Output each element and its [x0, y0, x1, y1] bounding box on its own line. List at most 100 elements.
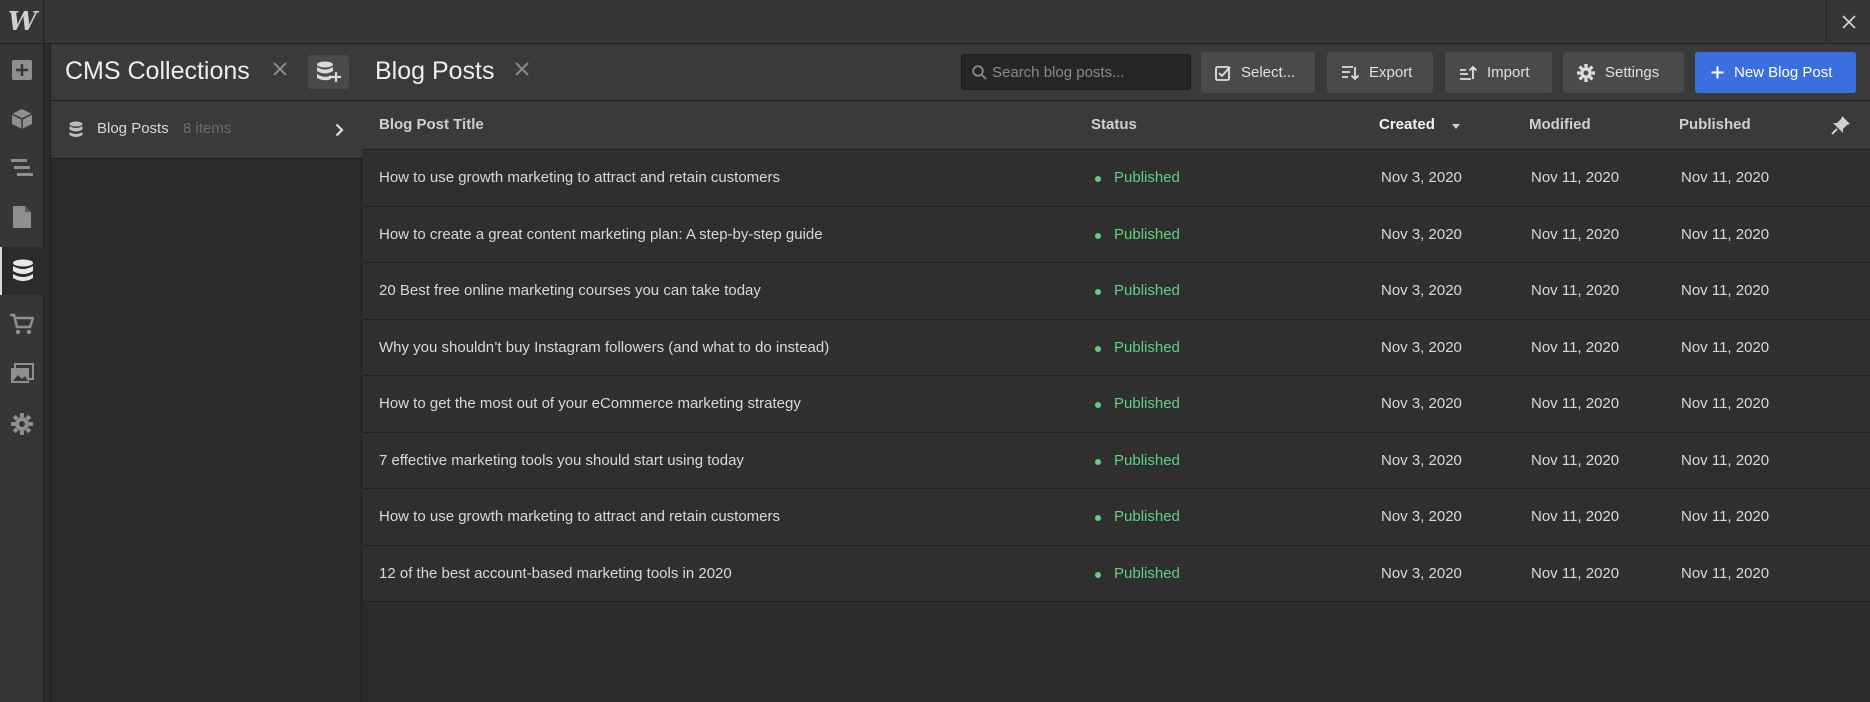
modified-cell: Nov 11, 2020 [1531, 225, 1620, 243]
close-blog-posts-icon[interactable] [514, 61, 530, 81]
navigator-icon [11, 159, 33, 176]
table-header: Blog Post Title Status Created Modified … [363, 101, 1870, 150]
status-cell: Published [1114, 169, 1180, 186]
modified-cell: Nov 11, 2020 [1531, 169, 1620, 186]
modified-cell: Nov 11, 2020 [1531, 395, 1620, 412]
status-cell: Published [1114, 225, 1180, 243]
import-button[interactable]: Import [1445, 52, 1552, 93]
chevron-right-icon [335, 123, 344, 137]
export-button[interactable]: Export [1327, 52, 1433, 93]
collection-item-count: 8 items [183, 120, 232, 137]
add-icon [12, 60, 32, 80]
table-row[interactable]: 7 effective marketing tools you should s… [363, 432, 1870, 489]
select-label: Select... [1241, 64, 1296, 81]
published-cell: Nov 11, 2020 [1681, 282, 1770, 299]
checkbox-icon [1215, 65, 1231, 81]
status-cell: Published [1114, 338, 1180, 356]
modified-cell: Nov 11, 2020 [1531, 282, 1620, 299]
collections-header: CMS Collections [51, 44, 363, 101]
status-dot-icon [1095, 345, 1101, 352]
add-panel-button[interactable] [0, 46, 44, 94]
import-icon [1460, 65, 1477, 80]
page-title: Blog Posts [375, 57, 495, 85]
table-row[interactable]: How to get the most out of your eCommerc… [363, 376, 1870, 433]
cms-database-icon [13, 259, 33, 281]
post-title-cell: Why you shouldn’t buy Instagram follower… [379, 338, 830, 356]
status-dot-icon [1095, 402, 1101, 408]
new-blog-post-label: New Blog Post [1734, 64, 1833, 81]
status-dot-icon [1095, 176, 1101, 182]
column-header-title[interactable]: Blog Post Title [379, 116, 484, 133]
post-title-cell: How to use growth marketing to attract a… [379, 169, 781, 186]
published-cell: Nov 11, 2020 [1681, 338, 1770, 356]
plus-icon [1711, 66, 1724, 79]
column-header-modified[interactable]: Modified [1529, 116, 1591, 133]
post-title-cell: How to use growth marketing to attract a… [379, 508, 781, 525]
status-cell: Published [1114, 508, 1180, 525]
created-cell: Nov 3, 2020 [1381, 395, 1462, 412]
assets-panel-button[interactable] [0, 350, 44, 398]
close-collections-icon[interactable] [272, 61, 288, 81]
export-label: Export [1369, 64, 1413, 81]
published-cell: Nov 11, 2020 [1681, 225, 1770, 243]
settings-gear-icon [11, 413, 33, 435]
new-blog-post-button[interactable]: New Blog Post [1695, 52, 1856, 93]
navigator-panel-button[interactable] [0, 144, 44, 192]
status-dot-icon [1095, 289, 1101, 295]
modified-cell: Nov 11, 2020 [1531, 451, 1620, 469]
created-cell: Nov 3, 2020 [1381, 508, 1462, 525]
search-box [961, 54, 1191, 90]
settings-button[interactable]: Settings [1563, 52, 1684, 93]
published-cell: Nov 11, 2020 [1681, 508, 1770, 525]
status-dot-icon [1095, 232, 1101, 239]
table-row[interactable]: How to use growth marketing to attract a… [363, 150, 1870, 207]
table-body: How to use growth marketing to attract a… [363, 150, 1870, 602]
table-row[interactable]: 12 of the best account-based marketing t… [363, 545, 1870, 602]
post-title-cell: 20 Best free online marketing courses yo… [379, 282, 761, 299]
close-icon[interactable] [1826, 0, 1870, 44]
cms-collections-panel: CMS Collections Blog Posts 8 items [50, 44, 363, 702]
table-row[interactable]: 20 Best free online marketing courses yo… [363, 263, 1870, 320]
table-row[interactable]: Why you shouldn’t buy Instagram follower… [363, 319, 1870, 376]
collections-title: CMS Collections [65, 57, 250, 85]
left-icon-rail [0, 44, 44, 702]
status-dot-icon [1095, 458, 1101, 465]
column-header-published[interactable]: Published [1679, 116, 1751, 133]
blog-posts-header: Blog Posts Select... Export Import Setti… [363, 44, 1870, 101]
column-header-created[interactable]: Created [1379, 116, 1435, 133]
table-row[interactable]: How to create a great content marketing … [363, 206, 1870, 263]
post-title-cell: 12 of the best account-based marketing t… [379, 564, 732, 582]
modified-cell: Nov 11, 2020 [1531, 338, 1620, 356]
ecommerce-panel-button[interactable] [0, 300, 44, 348]
top-bar: W [0, 0, 1870, 44]
published-cell: Nov 11, 2020 [1681, 169, 1770, 186]
column-header-status[interactable]: Status [1091, 116, 1137, 133]
select-button[interactable]: Select... [1201, 52, 1315, 93]
post-title-cell: How to create a great content marketing … [379, 225, 823, 243]
published-cell: Nov 11, 2020 [1681, 564, 1770, 582]
settings-panel-button[interactable] [0, 400, 44, 448]
gear-icon [1577, 63, 1595, 82]
cms-panel-button[interactable] [0, 247, 44, 295]
table-row[interactable]: How to use growth marketing to attract a… [363, 489, 1870, 546]
components-panel-button[interactable] [0, 95, 44, 143]
post-title-cell: How to get the most out of your eCommerc… [379, 395, 801, 412]
add-collection-button[interactable] [308, 55, 349, 89]
collection-item-blog-posts[interactable]: Blog Posts 8 items [51, 101, 363, 159]
created-cell: Nov 3, 2020 [1381, 451, 1462, 469]
search-input[interactable] [992, 55, 1187, 89]
box-icon [11, 109, 33, 129]
sort-descending-icon[interactable] [1452, 124, 1460, 129]
modified-cell: Nov 11, 2020 [1531, 508, 1620, 525]
status-dot-icon [1095, 515, 1101, 521]
created-cell: Nov 3, 2020 [1381, 225, 1462, 243]
created-cell: Nov 3, 2020 [1381, 282, 1462, 299]
pages-panel-button[interactable] [0, 193, 44, 241]
pin-icon[interactable] [1831, 115, 1851, 139]
database-icon [69, 121, 83, 137]
collection-item-label: Blog Posts [97, 120, 169, 137]
status-cell: Published [1114, 564, 1180, 582]
webflow-logo[interactable]: W [0, 0, 44, 44]
add-database-icon [316, 61, 341, 82]
modified-cell: Nov 11, 2020 [1531, 564, 1620, 582]
